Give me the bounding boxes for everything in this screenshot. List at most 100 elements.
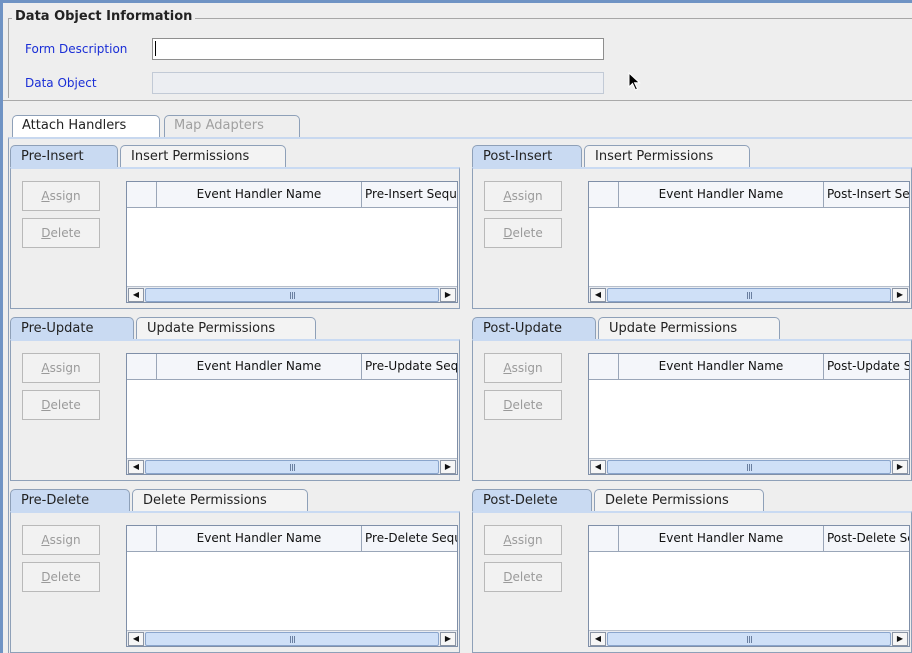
post-insert-assign-button[interactable]: Assign [484, 181, 562, 211]
assign-button-label: Assign [503, 361, 543, 375]
table-header-row: Event Handler Name Pre-Update Sequence [127, 354, 457, 380]
post-delete-assign-button[interactable]: Assign [484, 525, 562, 555]
scroll-left-icon[interactable]: ◀ [128, 288, 144, 302]
scroll-right-icon[interactable]: ▶ [440, 460, 456, 474]
scroll-right-icon[interactable]: ▶ [440, 632, 456, 646]
pre-delete-handler-table[interactable]: Event Handler Name Pre-Delete Sequence ◀… [126, 525, 458, 647]
grip-icon [289, 636, 297, 643]
post-delete-handler-table[interactable]: Event Handler Name Post-Delete Sequence … [588, 525, 910, 647]
pre-update-handler-table[interactable]: Event Handler Name Pre-Update Sequence ◀… [126, 353, 458, 475]
horizontal-scrollbar[interactable]: ◀ ▶ [127, 458, 457, 474]
tab-update-permissions[interactable]: Update Permissions [598, 317, 780, 341]
scroll-left-icon[interactable]: ◀ [590, 632, 606, 646]
table-header-corner[interactable] [589, 354, 619, 380]
grip-icon [289, 464, 297, 471]
event-handler-name-header[interactable]: Event Handler Name [619, 354, 824, 380]
post-insert-delete-button[interactable]: Delete [484, 218, 562, 248]
post-delete-delete-button[interactable]: Delete [484, 562, 562, 592]
table-header-corner[interactable] [127, 182, 157, 208]
post-update-assign-button[interactable]: Assign [484, 353, 562, 383]
scrollbar-thumb[interactable] [607, 288, 891, 302]
assign-button-label: Assign [503, 533, 543, 547]
post-update-handler-table[interactable]: Event Handler Name Post-Update Sequence … [588, 353, 910, 475]
post-insert-handler-table[interactable]: Event Handler Name Post-Insert Sequence … [588, 181, 910, 303]
delete-button-label: Delete [41, 398, 81, 412]
horizontal-scrollbar[interactable]: ◀ ▶ [589, 286, 909, 302]
scrollbar-thumb[interactable] [145, 632, 439, 646]
window-left-edge [0, 0, 3, 653]
scrollbar-thumb[interactable] [607, 632, 891, 646]
scroll-left-icon[interactable]: ◀ [590, 460, 606, 474]
horizontal-scrollbar[interactable]: ◀ ▶ [589, 458, 909, 474]
tab-pre-update[interactable]: Pre-Update [10, 317, 134, 341]
pre-insert-assign-button[interactable]: Assign [22, 181, 100, 211]
delete-button-label: Delete [41, 226, 81, 240]
data-object-label: Data Object [25, 76, 97, 90]
pre-delete-delete-button[interactable]: Delete [22, 562, 100, 592]
sequence-column-header[interactable]: Post-Delete Sequence [824, 526, 909, 552]
scroll-left-icon[interactable]: ◀ [128, 460, 144, 474]
form-description-input[interactable] [152, 38, 604, 60]
assign-button-label: Assign [41, 533, 81, 547]
table-header-corner[interactable] [589, 526, 619, 552]
horizontal-scrollbar[interactable]: ◀ ▶ [127, 630, 457, 646]
sequence-column-header[interactable]: Post-Update Sequence [824, 354, 909, 380]
tab-insert-permissions[interactable]: Insert Permissions [120, 145, 286, 169]
post-update-delete-button[interactable]: Delete [484, 390, 562, 420]
event-handler-name-header[interactable]: Event Handler Name [157, 182, 362, 208]
pre-insert-handler-table[interactable]: Event Handler Name Pre-Insert Sequence ◀… [126, 181, 458, 303]
pre-insert-delete-button[interactable]: Delete [22, 218, 100, 248]
assign-button-label: Assign [41, 361, 81, 375]
grip-icon [746, 292, 754, 299]
table-header-row: Event Handler Name Post-Insert Sequence [589, 182, 909, 208]
table-header-row: Event Handler Name Post-Update Sequence [589, 354, 909, 380]
grip-icon [289, 292, 297, 299]
scrollbar-thumb[interactable] [145, 460, 439, 474]
event-handler-name-header[interactable]: Event Handler Name [157, 354, 362, 380]
table-header-row: Event Handler Name Post-Delete Sequence [589, 526, 909, 552]
horizontal-scrollbar[interactable]: ◀ ▶ [589, 630, 909, 646]
window-top-edge [0, 0, 912, 3]
post-update-body: Assign Delete Event Handler Name Post-Up… [472, 339, 912, 481]
horizontal-scrollbar[interactable]: ◀ ▶ [127, 286, 457, 302]
event-handler-name-header[interactable]: Event Handler Name [619, 182, 824, 208]
tab-pre-delete[interactable]: Pre-Delete [10, 489, 130, 513]
event-handler-name-header[interactable]: Event Handler Name [157, 526, 362, 552]
tab-map-adapters[interactable]: Map Adapters [164, 115, 300, 137]
pre-update-delete-button[interactable]: Delete [22, 390, 100, 420]
text-caret [155, 41, 156, 56]
sequence-column-header[interactable]: Post-Insert Sequence [824, 182, 909, 208]
scroll-right-icon[interactable]: ▶ [440, 288, 456, 302]
tab-attach-handlers[interactable]: Attach Handlers [12, 115, 160, 137]
sequence-column-header[interactable]: Pre-Delete Sequence [362, 526, 457, 552]
delete-button-label: Delete [503, 570, 543, 584]
scrollbar-thumb[interactable] [607, 460, 891, 474]
scroll-left-icon[interactable]: ◀ [590, 288, 606, 302]
tab-pre-insert[interactable]: Pre-Insert [10, 145, 118, 169]
pre-delete-assign-button[interactable]: Assign [22, 525, 100, 555]
tab-post-delete[interactable]: Post-Delete [472, 489, 592, 513]
scroll-right-icon[interactable]: ▶ [892, 460, 908, 474]
table-header-corner[interactable] [127, 354, 157, 380]
data-object-info-title: Data Object Information [12, 9, 196, 24]
scrollbar-thumb[interactable] [145, 288, 439, 302]
tab-delete-permissions[interactable]: Delete Permissions [594, 489, 764, 513]
tab-post-insert[interactable]: Post-Insert [472, 145, 582, 169]
pre-update-body: Assign Delete Event Handler Name Pre-Upd… [10, 339, 460, 481]
sequence-column-header[interactable]: Pre-Update Sequence [362, 354, 457, 380]
scroll-right-icon[interactable]: ▶ [892, 632, 908, 646]
data-object-field [152, 72, 604, 94]
delete-button-label: Delete [41, 570, 81, 584]
pre-update-assign-button[interactable]: Assign [22, 353, 100, 383]
table-header-corner[interactable] [127, 526, 157, 552]
table-header-row: Event Handler Name Pre-Delete Sequence [127, 526, 457, 552]
tab-post-update[interactable]: Post-Update [472, 317, 596, 341]
event-handler-name-header[interactable]: Event Handler Name [619, 526, 824, 552]
tab-delete-permissions[interactable]: Delete Permissions [132, 489, 308, 513]
tab-update-permissions[interactable]: Update Permissions [136, 317, 316, 341]
scroll-right-icon[interactable]: ▶ [892, 288, 908, 302]
table-header-corner[interactable] [589, 182, 619, 208]
sequence-column-header[interactable]: Pre-Insert Sequence [362, 182, 457, 208]
scroll-left-icon[interactable]: ◀ [128, 632, 144, 646]
tab-insert-permissions[interactable]: Insert Permissions [584, 145, 750, 169]
